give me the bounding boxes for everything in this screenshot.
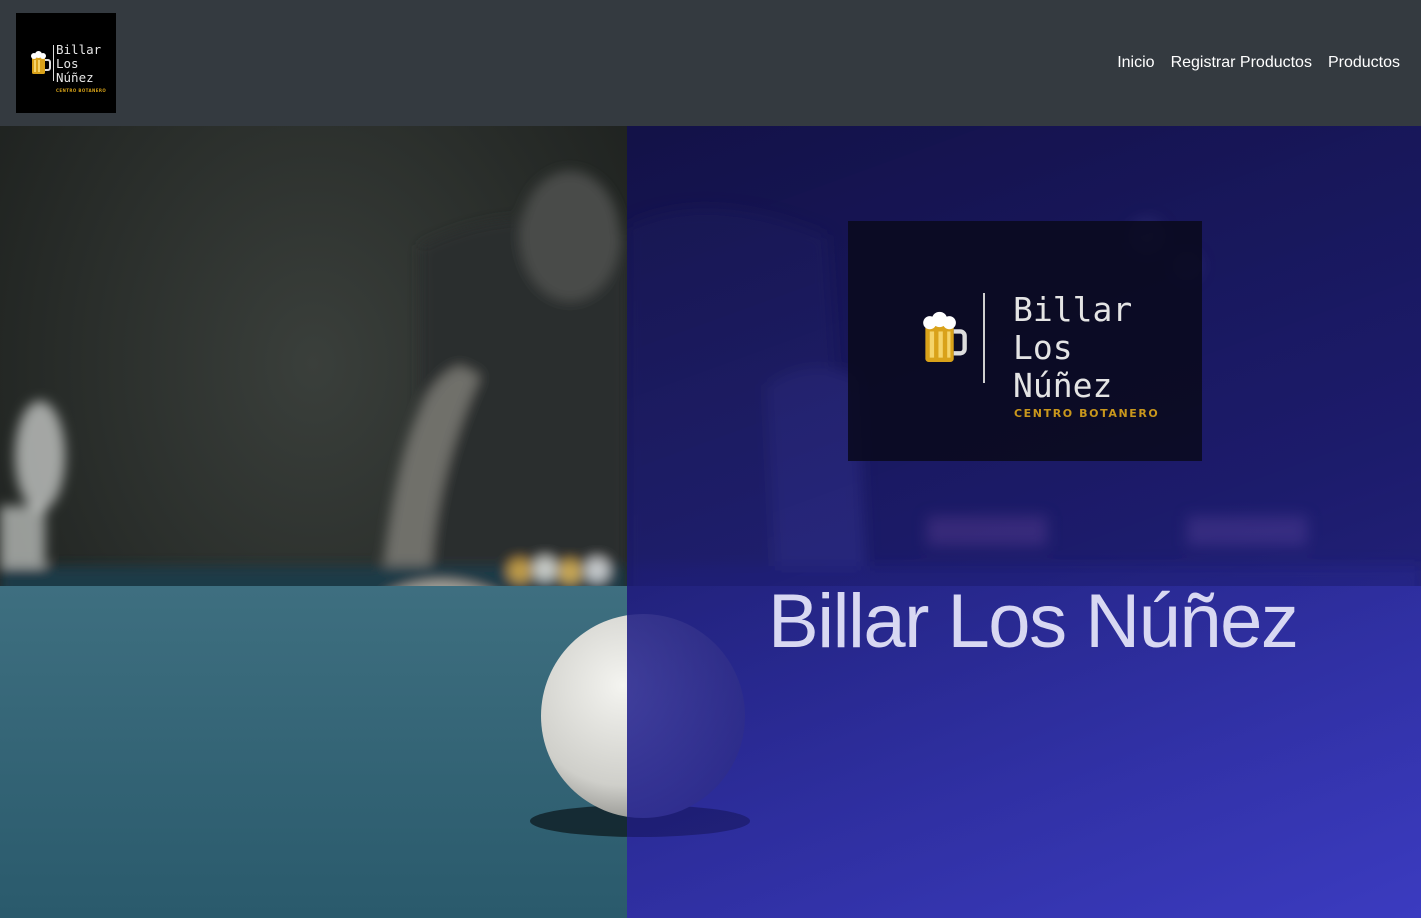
brand-logo[interactable]: Billar Los Núñez CENTRO BOTANERO <box>16 13 116 113</box>
hero-section: Billar Los Núñez CENTRO BOTANERO Billar … <box>0 126 1421 918</box>
nav-link-inicio[interactable]: Inicio <box>1117 52 1154 74</box>
beer-mug-icon <box>31 51 51 74</box>
logo-tagline: CENTRO BOTANERO <box>56 88 107 93</box>
billiard-photo <box>0 126 627 918</box>
beer-mug-icon <box>923 311 967 362</box>
nav-links: Inicio Registrar Productos Productos <box>1117 52 1400 74</box>
nav-link-registrar-productos[interactable]: Registrar Productos <box>1171 52 1312 74</box>
hero-logo: Billar Los Núñez CENTRO BOTANERO <box>848 221 1202 461</box>
hero-logo-tagline: CENTRO BOTANERO <box>1014 407 1160 420</box>
logo-divider <box>53 45 54 81</box>
hero-title: Billar Los Núñez <box>768 579 1299 664</box>
hero-photo-left <box>0 126 627 918</box>
logo-text: Billar Los Núñez <box>56 42 102 85</box>
navbar: Billar Los Núñez CENTRO BOTANERO Inicio … <box>0 0 1421 126</box>
hero-logo-text: Billar Los Núñez <box>1013 290 1133 405</box>
nav-link-productos[interactable]: Productos <box>1328 52 1400 74</box>
logo-divider <box>983 293 985 383</box>
